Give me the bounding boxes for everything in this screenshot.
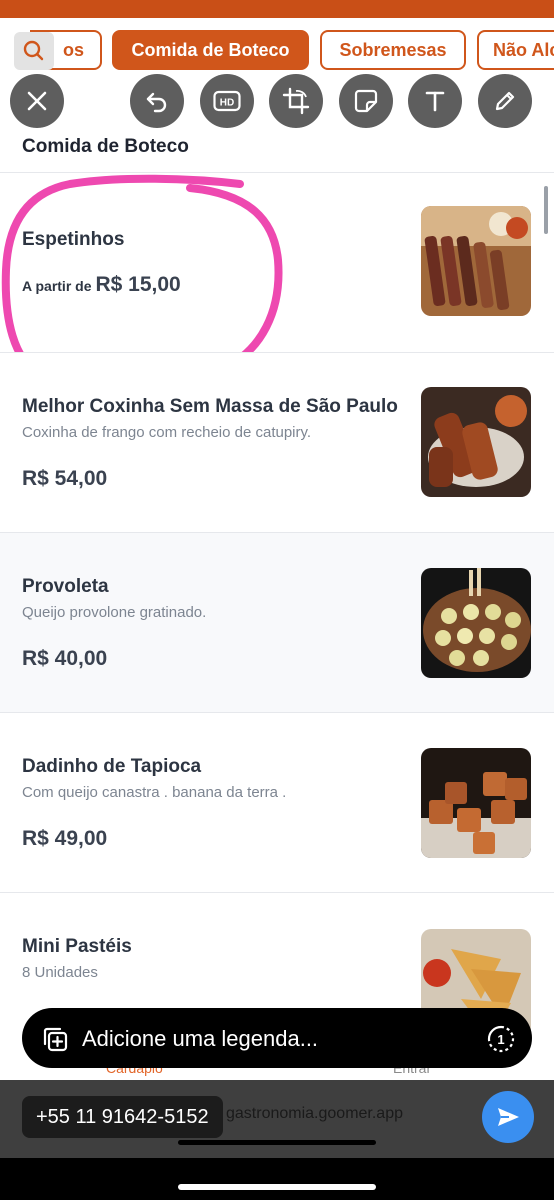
- item-name: Melhor Coxinha Sem Massa de São Paulo: [22, 396, 398, 417]
- menu-item[interactable]: Melhor Coxinha Sem Massa de São Paulo Co…: [0, 352, 554, 532]
- tab-nao-alcoolicos[interactable]: Não Alc: [477, 30, 554, 70]
- section-title: Comida de Boteco: [22, 136, 189, 157]
- caption-input[interactable]: Adicione uma legenda...: [82, 1026, 318, 1052]
- category-tabs: os Comida de Boteco Sobremesas Não Alc: [0, 30, 554, 72]
- home-indicator[interactable]: [178, 1184, 376, 1190]
- screen: os Comida de Boteco Sobremesas Não Alc H…: [0, 0, 554, 1200]
- item-price: R$ 49,00: [22, 827, 108, 850]
- hd-button[interactable]: HD: [200, 74, 254, 128]
- tab-label: Sobremesas: [339, 39, 447, 60]
- search-button[interactable]: [14, 32, 54, 70]
- provoleta-photo: [421, 568, 531, 678]
- caption-bar[interactable]: Adicione uma legenda... 1: [22, 1008, 532, 1068]
- crop-icon: [282, 87, 310, 115]
- recipient-chip[interactable]: +55 11 91642-5152: [22, 1096, 223, 1138]
- add-media-icon[interactable]: [42, 1026, 68, 1052]
- coxinha-photo: [421, 387, 531, 497]
- tapioca-cubes-photo: [421, 748, 531, 858]
- close-button[interactable]: [10, 74, 64, 128]
- tab-sobremesas[interactable]: Sobremesas: [320, 30, 466, 70]
- item-price: R$ 54,00: [22, 467, 108, 490]
- sticker-button[interactable]: [339, 74, 393, 128]
- item-name: Mini Pastéis: [22, 936, 132, 957]
- tab-label: os: [62, 39, 84, 60]
- undo-icon: [146, 92, 167, 113]
- item-name: Dadinho de Tapioca: [22, 756, 202, 777]
- hd-icon: HD: [213, 90, 241, 112]
- item-description: Coxinha de frango com recheio de catupir…: [22, 424, 312, 441]
- text-tool-button[interactable]: [408, 74, 462, 128]
- send-icon: [498, 1108, 519, 1126]
- tab-comida-de-boteco[interactable]: Comida de Boteco: [112, 30, 309, 70]
- item-description: Com queijo canastra . banana da terra .: [22, 784, 287, 801]
- crop-button[interactable]: [269, 74, 323, 128]
- undo-button[interactable]: [130, 74, 184, 128]
- tab-label: Comida de Boteco: [131, 39, 290, 60]
- item-price: R$ 40,00: [22, 647, 108, 670]
- top-strip: [0, 0, 554, 18]
- draw-button[interactable]: [478, 74, 532, 128]
- tab-label: Não Alc: [493, 39, 554, 60]
- home-indicator: [178, 1140, 376, 1145]
- svg-text:1: 1: [497, 1032, 504, 1047]
- send-button[interactable]: [482, 1091, 534, 1143]
- item-description: Queijo provolone gratinado.: [22, 604, 207, 621]
- menu-item[interactable]: Provoleta Queijo provolone gratinado. R$…: [0, 532, 554, 712]
- bottom-bar: [0, 1158, 554, 1200]
- sticker-icon: [354, 89, 378, 113]
- search-icon: [23, 40, 44, 61]
- svg-text:HD: HD: [220, 98, 234, 109]
- view-once-icon[interactable]: 1: [487, 1025, 515, 1053]
- item-description: 8 Unidades: [22, 964, 98, 981]
- site-url: gastronomia.goomer.app: [226, 1105, 403, 1122]
- scrollbar[interactable]: [544, 186, 548, 234]
- skewers-photo: [421, 206, 531, 316]
- text-icon: [425, 91, 445, 112]
- close-icon: [27, 91, 47, 111]
- menu-item[interactable]: Dadinho de Tapioca Com queijo canastra .…: [0, 712, 554, 892]
- draw-icon: [495, 91, 515, 111]
- item-name: Provoleta: [22, 576, 109, 597]
